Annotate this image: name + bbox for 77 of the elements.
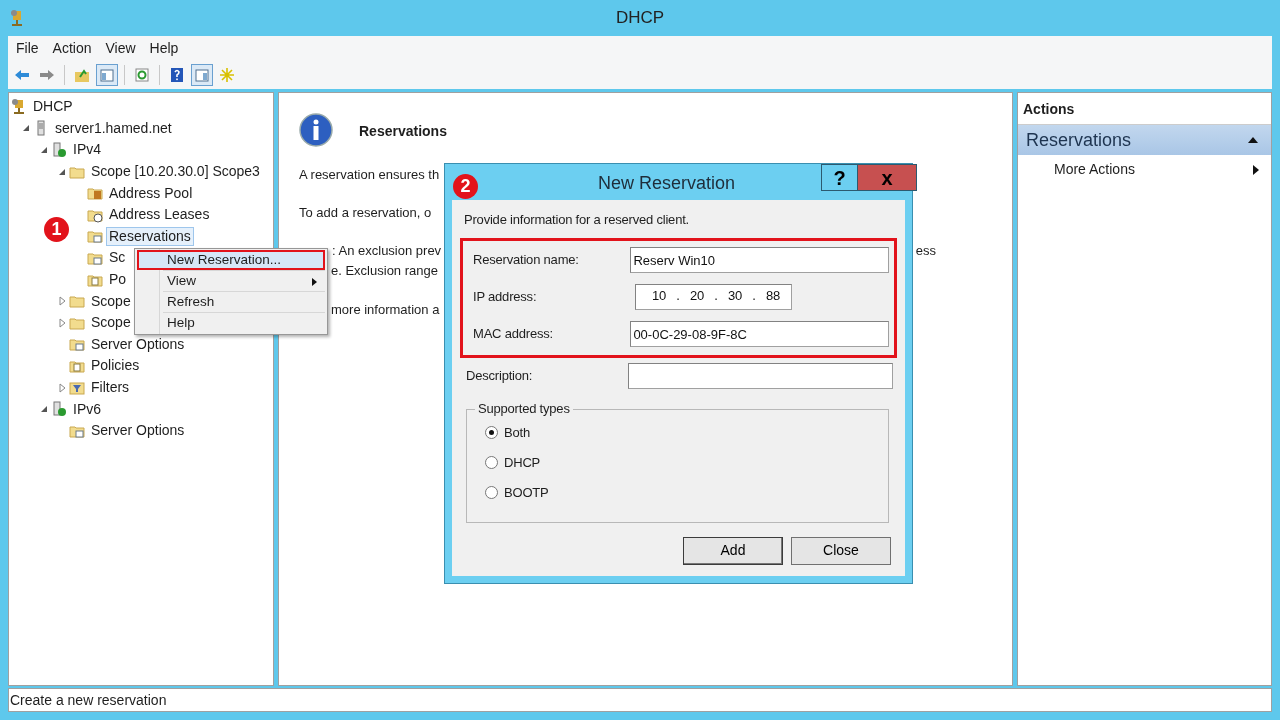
dhcp-icon [11, 98, 27, 115]
section-title: Reservations [1026, 128, 1132, 152]
folder-icon [69, 336, 85, 353]
ip-address-field[interactable]: 10 . 20 . 30 . 88 [635, 284, 792, 310]
actions-section-header[interactable]: Reservations [1018, 125, 1271, 155]
radio-button[interactable] [485, 456, 498, 469]
help-icon [169, 67, 185, 83]
tree-item[interactable]: server1.hamed.net [52, 118, 175, 138]
tree-item[interactable]: Server Options [88, 421, 188, 441]
tree-item[interactable]: Scope [88, 313, 134, 333]
refresh-icon [134, 67, 150, 83]
folder-icon [87, 228, 103, 245]
folder-up-icon [74, 67, 90, 83]
submenu-arrow-icon [1251, 163, 1261, 176]
filter-icon [69, 379, 85, 396]
action-pane-button[interactable] [191, 64, 213, 86]
forward-icon [39, 67, 55, 83]
action-pane-icon [194, 67, 210, 83]
intro-text: Provide information for a reserved client. [464, 211, 690, 229]
field-label: MAC address: [473, 325, 554, 344]
info-icon [299, 113, 335, 149]
console-tree-icon [99, 67, 115, 83]
add-button[interactable]: Add [683, 536, 783, 565]
window-title: DHCP [614, 7, 666, 30]
description-text: e. Exclusion range [331, 262, 438, 280]
menu-item[interactable]: Help [149, 38, 179, 59]
console-tree-button[interactable] [96, 64, 118, 86]
description-field[interactable] [627, 363, 893, 389]
tree-item[interactable]: IPv4 [70, 140, 104, 160]
description-text: To add a reservation, o [299, 204, 432, 222]
submenu-arrow-icon [312, 278, 317, 286]
field-label: Description: [466, 367, 534, 386]
mac-address-field[interactable]: 00-0C-29-08-9F-8C [630, 321, 889, 347]
content-heading: Reservations [359, 121, 447, 141]
menu-item[interactable]: Help [137, 313, 325, 333]
radio-button[interactable] [485, 486, 498, 499]
field-label: Reservation name: [473, 251, 580, 270]
close-button[interactable]: Close [791, 536, 891, 565]
help-button[interactable]: ? [821, 164, 858, 191]
description-text: : An exclusion prev [332, 242, 442, 260]
tree-item[interactable]: IPv6 [70, 399, 104, 419]
description-text: more information a [331, 301, 440, 319]
field-label: IP address: [473, 288, 538, 307]
radio-option[interactable]: BOOTP [485, 477, 870, 508]
network-icon [51, 142, 67, 158]
tree-item[interactable]: Po [106, 270, 130, 290]
status-bar: Create a new reservation [8, 688, 1272, 712]
menu-item[interactable]: View [137, 271, 325, 291]
radio-option[interactable]: DHCP [485, 447, 870, 478]
title-bar-close-button[interactable]: x [857, 164, 917, 191]
star-icon [219, 67, 235, 83]
tree-item[interactable]: Reservations [106, 226, 194, 246]
menu-item[interactable]: New Reservation... [137, 250, 325, 270]
tree-item[interactable]: Sc [106, 248, 129, 268]
folder-icon [69, 293, 85, 310]
menu-item[interactable]: File [16, 38, 39, 59]
tree-item[interactable]: DHCP [30, 97, 76, 117]
tree-item[interactable]: Filters [88, 378, 133, 397]
dialog-title: New Reservation [597, 171, 736, 195]
tree-item[interactable]: Server Options [88, 334, 188, 354]
folder-icon [87, 185, 103, 202]
description-text: A reservation ensures th [299, 166, 440, 184]
tree-item[interactable]: Policies [88, 356, 143, 376]
radio-button[interactable] [485, 426, 498, 439]
menu-item[interactable]: View [105, 38, 136, 59]
back-icon [14, 67, 30, 83]
radio-option[interactable]: Both [485, 417, 870, 448]
description-text: ess [915, 242, 936, 260]
menu-item[interactable]: Action [52, 38, 92, 59]
action-item[interactable]: More Actions [1018, 155, 1271, 180]
tree-item[interactable]: Scope [88, 291, 134, 311]
network-icon [51, 401, 67, 418]
tree-item[interactable]: Scope [10.20.30.0] Scope3 [88, 162, 263, 182]
name-field[interactable]: Reserv Win10 [630, 247, 889, 273]
menu-item[interactable]: Refresh [137, 292, 325, 312]
tree-item[interactable]: Address Leases [106, 205, 213, 225]
tree-item[interactable]: Address Pool [106, 183, 196, 203]
